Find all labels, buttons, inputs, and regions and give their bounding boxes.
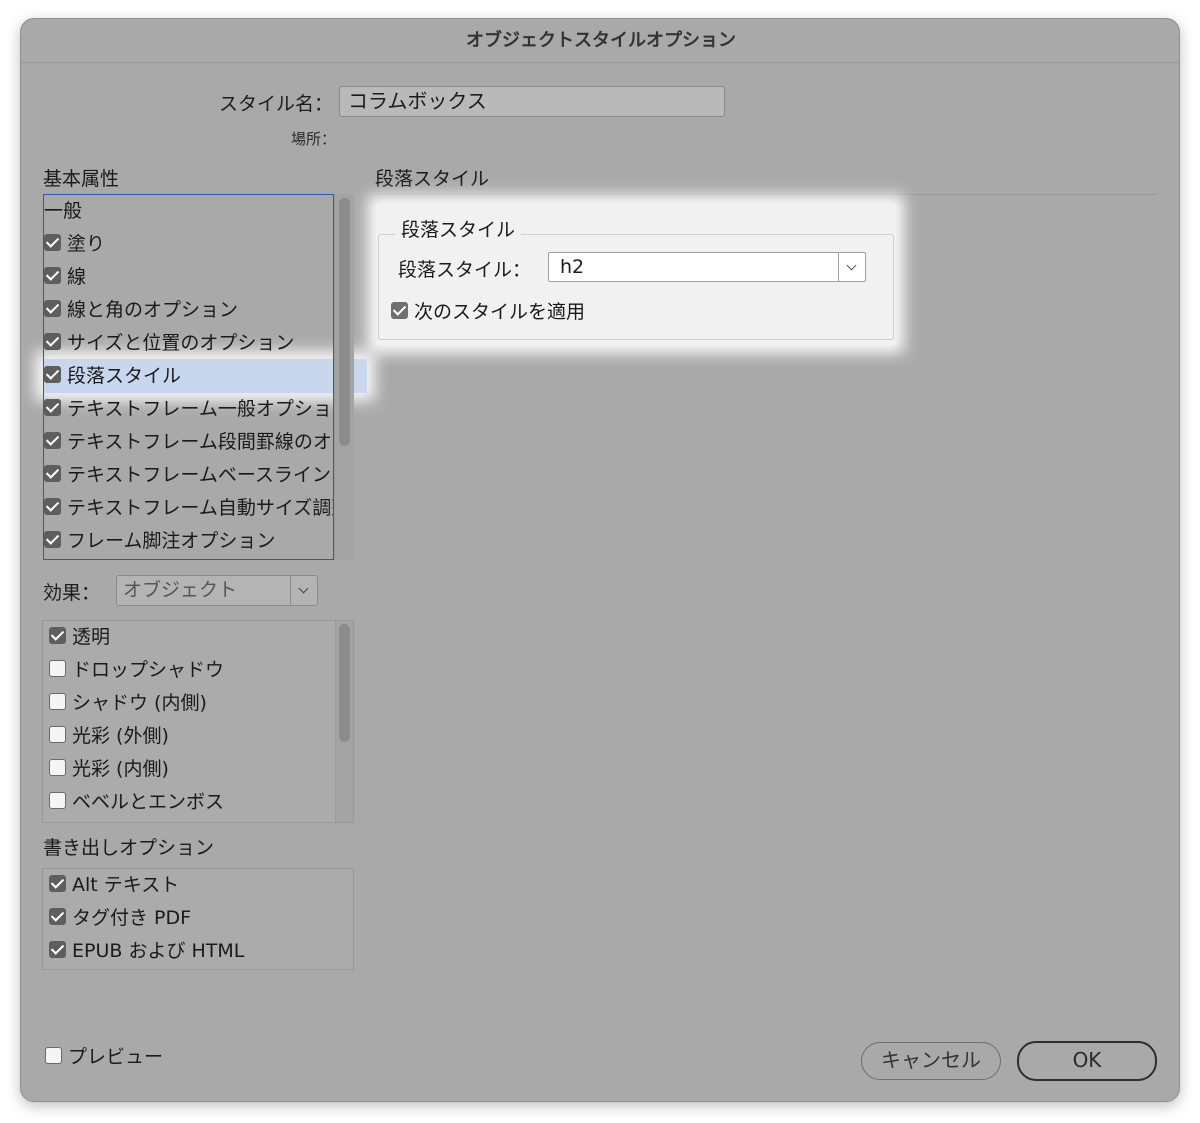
paragraph-style-section-title: 段落スタイル <box>375 168 490 190</box>
checkbox-checked[interactable] <box>44 234 61 251</box>
chevron-down-icon <box>838 253 865 281</box>
effect-label: 光彩 (外側) <box>72 725 169 747</box>
effects-list[interactable]: 透明 ドロップシャドウ シャドウ (内側) 光彩 (外側) 光彩 (内側) ベベ… <box>42 620 354 823</box>
checkbox-checked[interactable] <box>44 531 61 548</box>
effect-label: ベベルとエンボス <box>72 791 225 813</box>
checkbox-unchecked[interactable] <box>49 759 66 776</box>
paragraph-style-group-title: 段落スタイル <box>395 215 522 242</box>
export-label: EPUB および HTML <box>72 940 245 962</box>
checkbox-checked[interactable] <box>49 908 66 925</box>
checkbox-checked[interactable] <box>44 366 61 383</box>
attr-row-text-frame-general[interactable]: テキストフレーム一般オプション <box>44 393 334 426</box>
attr-row-text-frame-baseline[interactable]: テキストフレームベースラインオプション <box>44 459 333 492</box>
effect-row-bevel-emboss[interactable]: ベベルとエンボス <box>49 786 329 819</box>
paragraph-style-dropdown[interactable]: h2 <box>548 252 866 282</box>
effect-row-inner-glow[interactable]: 光彩 (内側) <box>49 753 329 786</box>
basic-attributes-heading: 基本属性 <box>43 168 120 190</box>
attr-row-stroke[interactable]: 線 <box>44 261 333 294</box>
style-name-input[interactable]: コラムボックス <box>339 86 725 117</box>
export-row-alt-text[interactable]: Alt テキスト <box>49 869 347 902</box>
checkbox-checked[interactable] <box>44 333 61 350</box>
attr-label: 線と角のオプション <box>67 299 239 321</box>
cancel-button[interactable]: キャンセル <box>861 1042 1001 1080</box>
attr-label: 線 <box>67 266 87 288</box>
attr-label: 段落スタイル <box>67 365 182 387</box>
attr-row-general[interactable]: 一般 <box>44 195 333 228</box>
checkbox-unchecked[interactable] <box>49 660 66 677</box>
attr-label: フレーム脚注オプション <box>67 530 276 552</box>
dialog-title: オブジェクトスタイルオプション <box>21 19 1179 63</box>
apply-next-style-label: 次のスタイルを適用 <box>414 301 586 323</box>
checkbox-checked[interactable] <box>44 399 61 416</box>
effect-row-drop-shadow[interactable]: ドロップシャドウ <box>49 654 329 687</box>
effect-label: ドロップシャドウ <box>72 659 225 681</box>
export-row-tagged-pdf[interactable]: タグ付き PDF <box>49 902 347 935</box>
basic-attributes-scrollbar[interactable] <box>334 194 354 560</box>
preview-label: プレビュー <box>68 1046 164 1068</box>
attr-label: テキストフレーム段間罫線のオプション <box>67 431 333 453</box>
effect-label: 光彩 (内側) <box>72 758 169 780</box>
checkbox-unchecked[interactable] <box>49 693 66 710</box>
checkbox-checked[interactable] <box>44 300 61 317</box>
checkbox-unchecked[interactable] <box>49 792 66 809</box>
attr-row-text-frame-auto-size[interactable]: テキストフレーム自動サイズ調整オプション <box>44 492 333 525</box>
export-options-list: Alt テキスト タグ付き PDF EPUB および HTML <box>42 868 354 970</box>
chevron-down-icon <box>290 576 317 605</box>
attr-row-paragraph-style[interactable]: 段落スタイル <box>44 360 333 393</box>
ok-button[interactable]: OK <box>1017 1041 1157 1081</box>
checkbox-checked[interactable] <box>44 465 61 482</box>
attr-label: テキストフレーム一般オプション <box>67 398 334 420</box>
paragraph-style-value: h2 <box>560 256 585 278</box>
checkbox-checked[interactable] <box>49 941 66 958</box>
apply-next-style-checkbox[interactable] <box>391 302 408 319</box>
section-divider <box>375 194 1157 195</box>
effect-row-outer-glow[interactable]: 光彩 (外側) <box>49 720 329 753</box>
preview-row[interactable]: プレビュー <box>45 1043 163 1071</box>
attr-label: テキストフレームベースラインオプション <box>67 464 333 486</box>
export-label: タグ付き PDF <box>72 907 192 929</box>
checkbox-checked[interactable] <box>44 498 61 515</box>
attr-row-text-frame-column-rule[interactable]: テキストフレーム段間罫線のオプション <box>44 426 333 459</box>
checkbox-unchecked[interactable] <box>49 726 66 743</box>
location-label: 場所： <box>291 130 337 148</box>
attr-row-size-position[interactable]: サイズと位置のオプション <box>44 327 333 360</box>
effect-label: シャドウ (内側) <box>72 692 207 714</box>
effects-target-value: オブジェクト <box>123 579 238 601</box>
effect-label: 透明 <box>72 626 111 648</box>
effect-row-inner-shadow[interactable]: シャドウ (内側) <box>49 687 329 720</box>
style-name-label: スタイル名： <box>219 93 334 115</box>
basic-attributes-list[interactable]: 一般 塗り 線 線と角のオプション サイズと位置のオプション 段落スタイル テキ… <box>43 194 334 560</box>
preview-checkbox[interactable] <box>45 1047 62 1064</box>
apply-next-style-row[interactable]: 次のスタイルを適用 <box>391 300 585 324</box>
attr-label: テキストフレーム自動サイズ調整オプション <box>67 497 333 519</box>
paragraph-style-label: 段落スタイル： <box>398 259 532 281</box>
attr-row-fill[interactable]: 塗り <box>44 228 333 261</box>
attr-row-frame-footnote[interactable]: フレーム脚注オプション <box>44 525 333 558</box>
attr-label: 一般 <box>44 200 83 222</box>
attr-label: 塗り <box>67 233 106 255</box>
effects-scrollbar[interactable] <box>335 621 353 822</box>
export-options-heading: 書き出しオプション <box>43 837 215 859</box>
effects-label: 効果： <box>43 582 101 604</box>
effects-target-select[interactable]: オブジェクト <box>116 575 318 606</box>
scrollbar-thumb[interactable] <box>339 624 350 742</box>
checkbox-checked[interactable] <box>44 267 61 284</box>
scrollbar-thumb[interactable] <box>339 198 350 446</box>
checkbox-checked[interactable] <box>49 627 66 644</box>
object-style-options-dialog: オブジェクトスタイルオプション スタイル名： コラムボックス 場所： 基本属性 … <box>20 18 1180 1102</box>
checkbox-checked[interactable] <box>44 432 61 449</box>
paragraph-style-group <box>378 234 894 340</box>
export-row-epub-html[interactable]: EPUB および HTML <box>49 935 347 968</box>
export-label: Alt テキスト <box>72 874 180 896</box>
effect-row-transparency[interactable]: 透明 <box>49 621 329 654</box>
checkbox-checked[interactable] <box>49 875 66 892</box>
attr-row-stroke-corner[interactable]: 線と角のオプション <box>44 294 333 327</box>
attr-label: サイズと位置のオプション <box>67 332 295 354</box>
